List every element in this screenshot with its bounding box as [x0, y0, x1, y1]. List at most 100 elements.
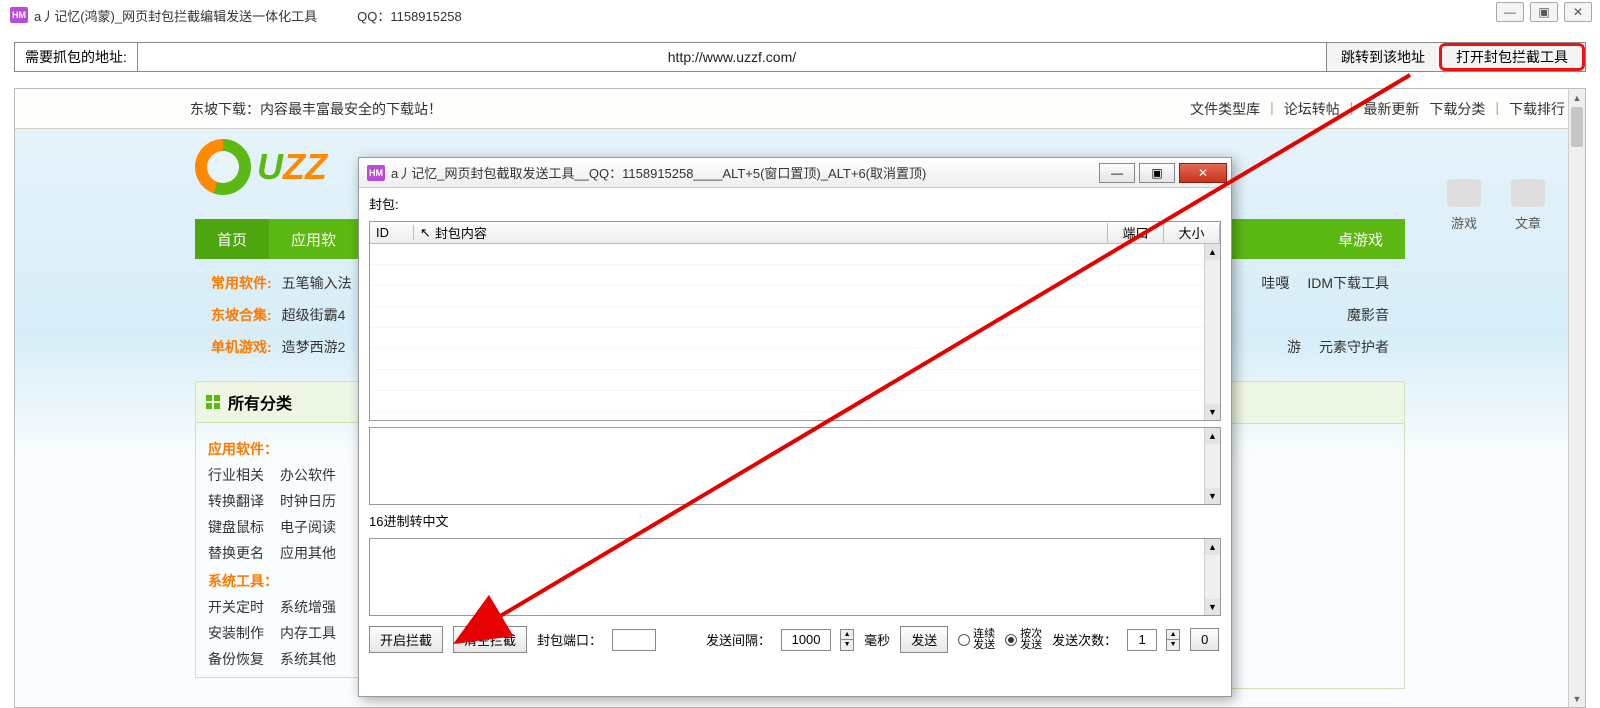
top-link[interactable]: 最新更新: [1363, 99, 1419, 119]
quick-link[interactable]: 五笔输入法: [282, 273, 352, 293]
window-qq: QQ：1158915258: [357, 6, 462, 25]
goto-button[interactable]: 跳转到该地址: [1326, 43, 1439, 71]
main-window-titlebar: HM a丿记忆(鸿蒙)_网页封包拦截编辑发送一体化工具 QQ：115891525…: [0, 0, 1600, 30]
count-label: 发送次数：: [1052, 630, 1117, 649]
minimize-button[interactable]: —: [1496, 2, 1524, 22]
interval-input[interactable]: [781, 629, 831, 651]
clear-capture-button[interactable]: 清空拦截: [453, 626, 527, 653]
scroll-up-icon[interactable]: ▲: [1205, 244, 1220, 260]
left-category-column: 所有分类 应用软件： 行业相关 办公软件 转换翻译 时钟日历 键盘鼠标 电子阅读…: [195, 381, 375, 689]
radio-loop-send[interactable]: 连续发送: [958, 629, 995, 651]
packet-tool-dialog: HM a丿记忆_网页封包截取发送工具__QQ：1158915258____ALT…: [358, 157, 1232, 697]
app-icon: HM: [367, 165, 385, 181]
port-input[interactable]: [612, 629, 656, 651]
cat-link[interactable]: 键盘鼠标: [208, 517, 264, 537]
address-input[interactable]: [138, 43, 1326, 71]
cursor-icon: ↖: [420, 225, 431, 241]
scroll-down-icon[interactable]: ▼: [1569, 690, 1585, 707]
scroll-thumb[interactable]: [1571, 107, 1583, 147]
dialog-maximize-button[interactable]: ▣: [1139, 163, 1175, 183]
quick-line-label: 单机游戏:: [211, 337, 272, 357]
cat-link[interactable]: 电子阅读: [280, 517, 336, 537]
dialog-minimize-button[interactable]: —: [1099, 163, 1135, 183]
scroll-down-icon[interactable]: ▼: [1205, 404, 1220, 420]
article-icon: [1511, 179, 1545, 207]
start-capture-button[interactable]: 开启拦截: [369, 626, 443, 653]
col-content[interactable]: ↖ 封包内容: [414, 223, 1108, 242]
ms-label: 毫秒: [864, 630, 890, 649]
quick-icons: 游戏 文章: [1447, 179, 1545, 232]
app-icon: HM: [10, 7, 28, 23]
radio-count-send[interactable]: 按次发送: [1005, 629, 1042, 651]
cat-link[interactable]: 系统其他: [280, 649, 336, 669]
col-port[interactable]: 端口: [1108, 223, 1164, 242]
cat-link[interactable]: 备份恢复: [208, 649, 264, 669]
quick-link[interactable]: 超级街霸4: [282, 305, 346, 325]
close-button[interactable]: ✕: [1564, 2, 1592, 22]
quick-link[interactable]: IDM下载工具: [1307, 273, 1389, 293]
cat-link[interactable]: 内存工具: [280, 623, 336, 643]
cat-group: 应用软件：: [208, 439, 362, 459]
quick-line-label: 常用软件:: [211, 273, 272, 293]
grid-icon: [206, 395, 220, 409]
quick-link[interactable]: 元素守护者: [1319, 337, 1389, 357]
cat-link[interactable]: 时钟日历: [280, 491, 336, 511]
table-header: ID ↖ 封包内容 端口 大小: [370, 222, 1220, 244]
cat-link[interactable]: 转换翻译: [208, 491, 264, 511]
top-link[interactable]: 下载分类: [1429, 99, 1485, 119]
gamepad-icon: [1447, 179, 1481, 207]
interval-spinner[interactable]: ▲▼: [840, 629, 854, 651]
site-slogan: 东坡下载：内容最丰富最安全的下载站！: [190, 99, 442, 119]
quick-icon-article[interactable]: 文章: [1511, 179, 1545, 232]
quick-link[interactable]: 造梦西游2: [282, 337, 346, 357]
viewport-scrollbar[interactable]: ▲ ▼: [1568, 89, 1585, 707]
dialog-title: a丿记忆_网页封包截取发送工具__QQ：1158915258____ALT+5(…: [391, 163, 926, 182]
scroll-up-icon[interactable]: ▲: [1569, 89, 1585, 106]
logo-swirl-icon: [195, 139, 251, 195]
top-link[interactable]: 论坛转帖: [1284, 99, 1340, 119]
count-input[interactable]: [1127, 629, 1157, 651]
cat-link[interactable]: 系统增强: [280, 597, 336, 617]
cat-group: 系统工具：: [208, 571, 362, 591]
count-spinner[interactable]: ▲▼: [1166, 629, 1180, 651]
dialog-close-button[interactable]: ✕: [1179, 163, 1227, 183]
quick-link[interactable]: 魔影音: [1347, 305, 1389, 325]
raw-text-area[interactable]: ▲▼: [369, 427, 1221, 505]
top-links: 文件类型库| 论坛转帖| 最新更新 下载分类| 下载排行: [1190, 99, 1565, 119]
open-tool-button[interactable]: 打开封包拦截工具: [1439, 43, 1585, 71]
address-bar: 需要抓包的地址: 跳转到该地址 打开封包拦截工具: [14, 42, 1586, 72]
hex-label: 16进制转中文: [369, 511, 1221, 530]
cat-link[interactable]: 应用其他: [280, 543, 336, 563]
table-body[interactable]: [370, 244, 1204, 420]
address-label: 需要抓包的地址:: [15, 43, 138, 71]
port-label: 封包端口：: [537, 630, 602, 649]
top-link[interactable]: 文件类型库: [1190, 99, 1260, 119]
packet-table[interactable]: ID ↖ 封包内容 端口 大小 ▲ ▼: [369, 221, 1221, 421]
window-title: a丿记忆(鸿蒙)_网页封包拦截编辑发送一体化工具: [34, 6, 317, 25]
quick-link[interactable]: 哇嘎: [1261, 273, 1289, 293]
table-scrollbar[interactable]: ▲ ▼: [1204, 244, 1220, 420]
cat-link[interactable]: 开关定时: [208, 597, 264, 617]
cat-link[interactable]: 办公软件: [280, 465, 336, 485]
hex-text-area[interactable]: ▲▼: [369, 538, 1221, 616]
send-button[interactable]: 发送: [900, 626, 948, 653]
maximize-button[interactable]: ▣: [1530, 2, 1558, 22]
quick-icon-game[interactable]: 游戏: [1447, 179, 1481, 232]
nav-tab-home[interactable]: 首页: [195, 219, 269, 259]
zero-button[interactable]: 0: [1190, 628, 1219, 651]
dialog-titlebar[interactable]: HM a丿记忆_网页封包截取发送工具__QQ：1158915258____ALT…: [359, 158, 1231, 188]
nav-tab-app[interactable]: 应用软: [269, 219, 358, 259]
quick-line-label: 东坡合集:: [211, 305, 272, 325]
cat-link[interactable]: 行业相关: [208, 465, 264, 485]
bottom-controls: 开启拦截 清空拦截 封包端口： 发送间隔： ▲▼ 毫秒 发送 连续发送 按次发送…: [369, 622, 1221, 657]
top-link[interactable]: 下载排行: [1509, 99, 1565, 119]
interval-label: 发送间隔：: [706, 630, 771, 649]
all-categories-head: 所有分类: [195, 381, 375, 423]
cat-link[interactable]: 安装制作: [208, 623, 264, 643]
quick-link[interactable]: 游: [1287, 337, 1301, 357]
cat-link[interactable]: 替换更名: [208, 543, 264, 563]
col-id[interactable]: ID: [370, 225, 414, 240]
nav-tab-agames[interactable]: 卓游戏: [1316, 219, 1405, 259]
site-logo[interactable]: UZZ: [195, 139, 327, 195]
col-size[interactable]: 大小: [1164, 223, 1220, 242]
